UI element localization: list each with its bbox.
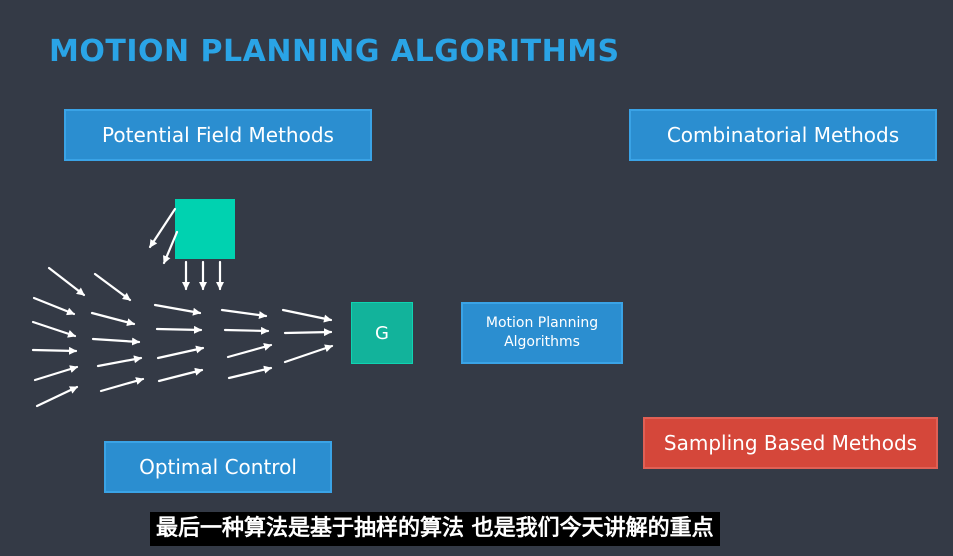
- field-arrow: [96, 355, 143, 368]
- field-arrow: [227, 365, 273, 380]
- field-arrow: [157, 367, 204, 383]
- field-arrow: [281, 308, 333, 323]
- field-arrow: [223, 326, 270, 335]
- field-arrow: [32, 296, 76, 316]
- field-arrow: [90, 311, 136, 327]
- field-arrow: [156, 345, 205, 360]
- field-arrow: [99, 377, 145, 393]
- slide: MOTION PLANNING ALGORITHMS Potential Fie…: [0, 0, 953, 556]
- field-arrow: [162, 230, 179, 265]
- potential-field-arrows: [31, 207, 334, 408]
- video-subtitle: 最后一种算法是基于抽样的算法 也是我们今天讲解的重点: [150, 512, 720, 546]
- field-arrow: [31, 320, 77, 338]
- field-arrow: [153, 303, 202, 316]
- field-arrow: [148, 207, 177, 249]
- field-arrow: [91, 337, 141, 346]
- field-arrow: [226, 343, 273, 359]
- field-arrow: [93, 272, 132, 302]
- field-arrow: [35, 385, 79, 408]
- field-arrow: [31, 346, 78, 355]
- field-arrow: [220, 308, 268, 320]
- field-arrow: [283, 328, 333, 337]
- field-arrow: [283, 344, 334, 364]
- field-arrow: [47, 266, 86, 297]
- field-arrow: [155, 325, 203, 334]
- field-arrow: [33, 365, 79, 382]
